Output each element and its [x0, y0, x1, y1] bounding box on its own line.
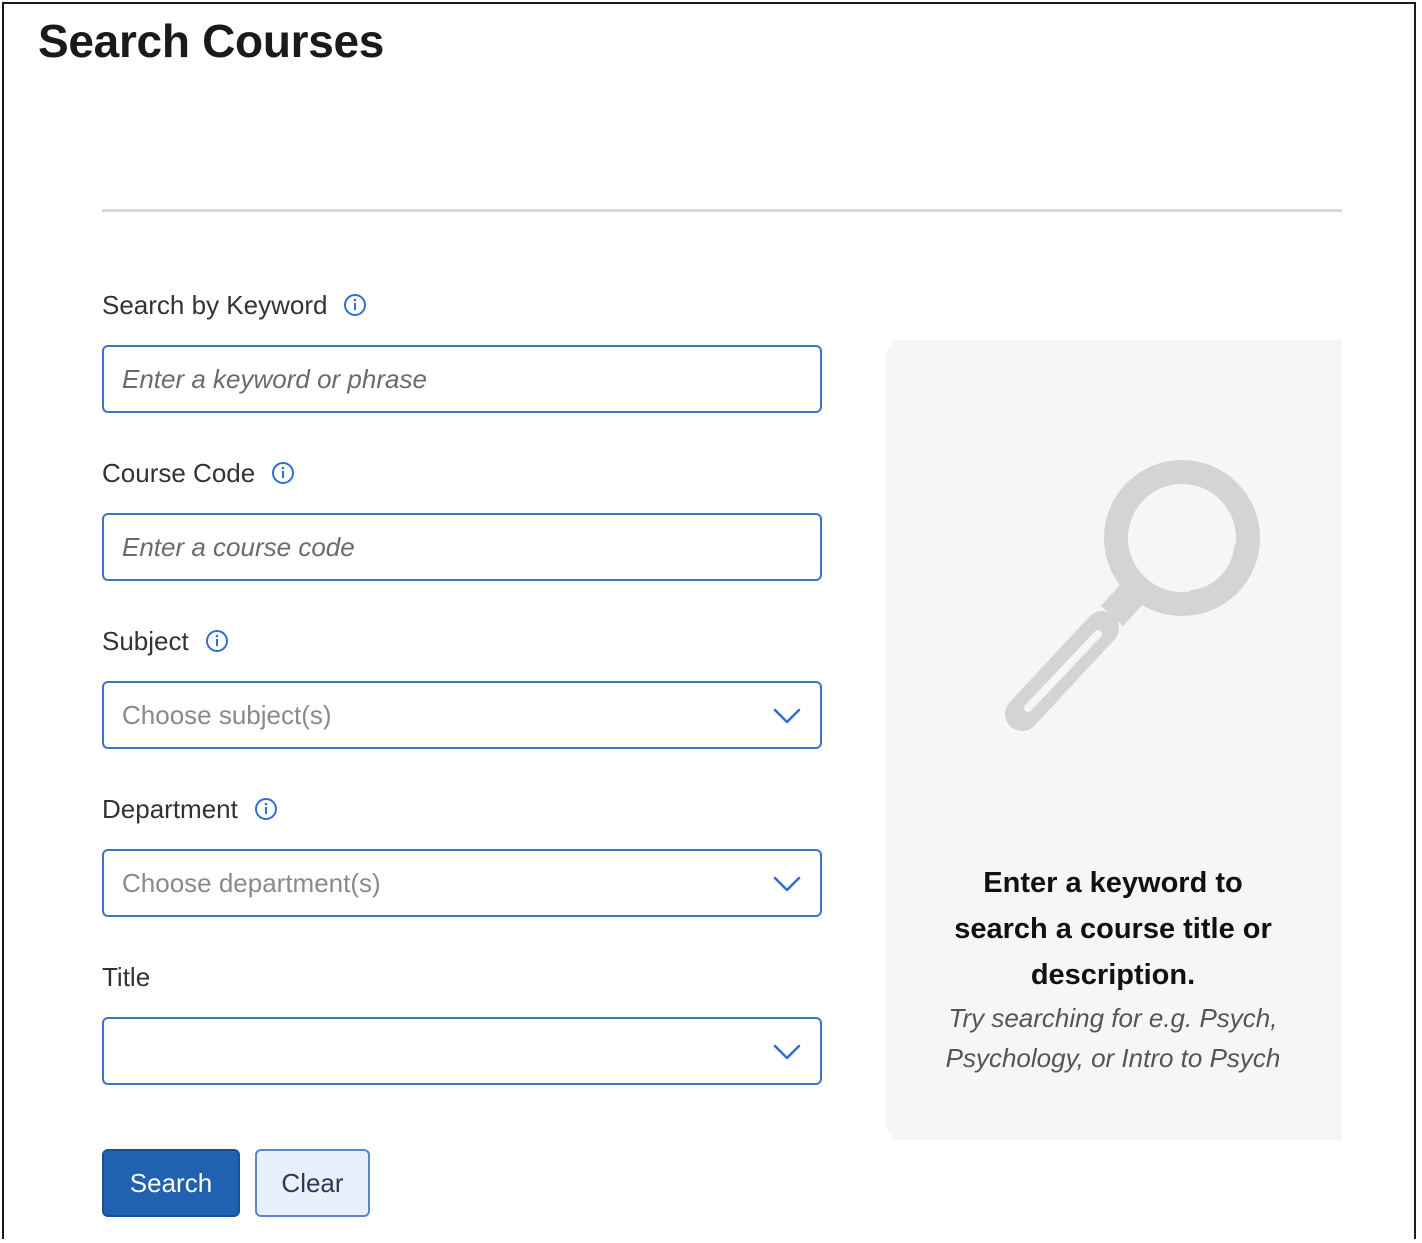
chevron-down-icon [773, 708, 801, 724]
department-select[interactable]: Choose department(s) [102, 849, 822, 917]
magnifying-glass-icon [1005, 460, 1260, 731]
info-icon[interactable] [205, 629, 229, 653]
info-icon[interactable] [271, 461, 295, 485]
chevron-down-icon [773, 876, 801, 892]
divider [102, 209, 1342, 212]
subject-select[interactable]: Choose subject(s) [102, 681, 822, 749]
chevron-down-icon [773, 1044, 801, 1060]
title-label: Title [102, 961, 151, 992]
info-icon[interactable] [254, 797, 278, 821]
subject-placeholder: Choose subject(s) [122, 700, 332, 730]
hint-heading: Enter a keyword to search a course title… [858, 860, 1368, 998]
info-icon[interactable] [343, 293, 367, 317]
keyword-label-row: Search by Keyword [102, 288, 367, 322]
hint-heading-line: description. [1030, 959, 1196, 991]
department-label-row: Department [102, 792, 278, 826]
subject-label-row: Subject [102, 624, 229, 658]
search-button[interactable]: Search [102, 1149, 240, 1217]
hint-heading-line: Enter a keyword to [983, 867, 1243, 899]
title-label-row: Title [102, 960, 150, 994]
hint-subtext: Try searching for e.g. Psych, Psychology… [858, 998, 1368, 1078]
course-code-label-row: Course Code [102, 456, 295, 490]
department-placeholder: Choose department(s) [122, 868, 381, 898]
keyword-label: Search by Keyword [102, 289, 328, 320]
course-code-input[interactable] [102, 513, 822, 581]
clear-button[interactable]: Clear [255, 1149, 370, 1217]
keyword-input[interactable] [102, 345, 822, 413]
hint-subtext-line: Try searching for e.g. Psych, [948, 1003, 1278, 1033]
page-title: Search Courses [38, 15, 385, 67]
search-hint-panel: Enter a keyword to search a course title… [886, 340, 1342, 1140]
subject-label: Subject [102, 625, 189, 656]
hint-heading-line: search a course title or [954, 913, 1272, 945]
title-select[interactable] [102, 1017, 822, 1085]
hint-subtext-line: Psychology, or Intro to Psych [945, 1043, 1281, 1073]
department-label: Department [102, 793, 238, 824]
course-code-label: Course Code [102, 457, 256, 488]
